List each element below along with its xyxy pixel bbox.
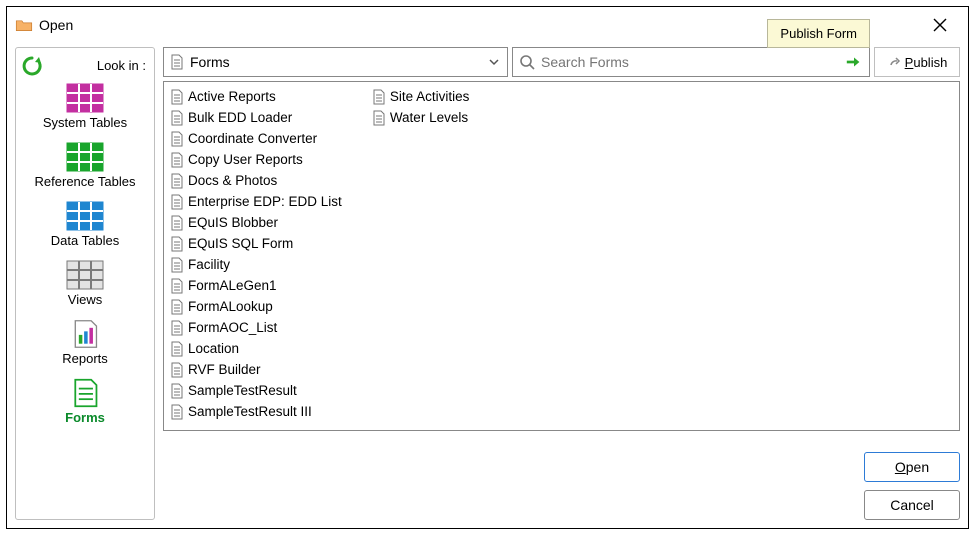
table-icon	[66, 201, 104, 231]
file-item[interactable]: EQuIS SQL Form	[170, 233, 354, 254]
file-item[interactable]: Copy User Reports	[170, 149, 354, 170]
file-item[interactable]: Bulk EDD Loader	[170, 107, 354, 128]
document-icon	[170, 54, 184, 70]
file-name: Docs & Photos	[188, 173, 277, 188]
file-item[interactable]: EQuIS Blobber	[170, 212, 354, 233]
document-icon	[170, 278, 184, 294]
document-icon	[170, 131, 184, 147]
file-name: Facility	[188, 257, 230, 272]
cancel-label: Cancel	[890, 497, 934, 513]
close-button[interactable]	[920, 10, 960, 40]
report-icon	[66, 319, 104, 349]
document-icon	[170, 404, 184, 420]
sidebar: Look in : System TablesReference TablesD…	[15, 47, 155, 520]
file-name: Coordinate Converter	[188, 131, 317, 146]
document-icon	[170, 152, 184, 168]
file-name: FormALeGen1	[188, 278, 277, 293]
sidebar-item-views[interactable]: Views	[16, 258, 154, 309]
document-icon	[170, 215, 184, 231]
sidebar-item-label: Reference Tables	[35, 174, 136, 189]
file-item[interactable]: Docs & Photos	[170, 170, 354, 191]
publish-button[interactable]: Publish	[874, 47, 960, 77]
sidebar-item-reports[interactable]: Reports	[16, 317, 154, 368]
file-name: FormALookup	[188, 299, 273, 314]
file-item[interactable]: Active Reports	[170, 86, 354, 107]
folder-icon	[15, 18, 33, 32]
document-icon	[170, 320, 184, 336]
file-item[interactable]: Location	[170, 338, 354, 359]
file-item[interactable]: FormALeGen1	[170, 275, 354, 296]
publish-tooltip: Publish Form	[767, 19, 870, 48]
search-box[interactable]	[512, 47, 870, 77]
lookin-combo-value: Forms	[190, 54, 487, 70]
file-item[interactable]: Facility	[170, 254, 354, 275]
file-name: Location	[188, 341, 239, 356]
open-label: Open	[895, 459, 929, 475]
window-title: Open	[39, 17, 73, 33]
close-icon	[933, 18, 947, 32]
file-item[interactable]: Water Levels	[372, 107, 482, 128]
sidebar-item-label: Data Tables	[51, 233, 119, 248]
table-icon	[66, 260, 104, 290]
document-icon	[170, 383, 184, 399]
file-name: Enterprise EDP: EDD List	[188, 194, 342, 209]
file-list: Active Reports Bulk EDD Loader Coordinate …	[163, 81, 960, 431]
go-arrow-icon[interactable]	[845, 55, 863, 69]
file-name: RVF Builder	[188, 362, 261, 377]
sidebar-item-label: Reports	[62, 351, 108, 366]
document-icon	[170, 299, 184, 315]
document-icon	[372, 89, 386, 105]
file-name: Site Activities	[390, 89, 470, 104]
sidebar-item-system-tables[interactable]: System Tables	[16, 81, 154, 132]
document-icon	[170, 110, 184, 126]
file-name: Active Reports	[188, 89, 276, 104]
table-icon	[66, 142, 104, 172]
document-icon	[170, 89, 184, 105]
file-name: FormAOC_List	[188, 320, 277, 335]
file-item[interactable]: FormALookup	[170, 296, 354, 317]
sidebar-item-label: System Tables	[43, 115, 127, 130]
lookin-combo[interactable]: Forms	[163, 47, 508, 77]
file-name: SampleTestResult	[188, 383, 297, 398]
sidebar-item-data-tables[interactable]: Data Tables	[16, 199, 154, 250]
sidebar-item-label: Views	[68, 292, 102, 307]
share-icon	[887, 55, 901, 69]
file-name: Water Levels	[390, 110, 468, 125]
open-button[interactable]: Open	[864, 452, 960, 482]
document-icon	[170, 194, 184, 210]
file-item[interactable]: Coordinate Converter	[170, 128, 354, 149]
document-icon	[372, 110, 386, 126]
file-item[interactable]: FormAOC_List	[170, 317, 354, 338]
file-item[interactable]: SampleTestResult III	[170, 401, 354, 422]
file-name: EQuIS SQL Form	[188, 236, 293, 251]
document-icon	[170, 257, 184, 273]
file-name: EQuIS Blobber	[188, 215, 278, 230]
sidebar-item-forms[interactable]: Forms	[16, 376, 154, 427]
search-input[interactable]	[539, 53, 841, 71]
sidebar-item-reference-tables[interactable]: Reference Tables	[16, 140, 154, 191]
file-name: Copy User Reports	[188, 152, 303, 167]
open-dialog: Open Publish Form Look in : System Table…	[6, 6, 969, 529]
document-icon	[170, 341, 184, 357]
form-icon	[66, 378, 104, 408]
sidebar-item-label: Forms	[65, 410, 105, 425]
search-icon	[519, 54, 535, 70]
file-item[interactable]: RVF Builder	[170, 359, 354, 380]
file-name: SampleTestResult III	[188, 404, 312, 419]
document-icon	[170, 173, 184, 189]
file-name: Bulk EDD Loader	[188, 110, 292, 125]
file-item[interactable]: Enterprise EDP: EDD List	[170, 191, 354, 212]
file-item[interactable]: Site Activities	[372, 86, 482, 107]
file-item[interactable]: SampleTestResult	[170, 380, 354, 401]
chevron-down-icon	[487, 55, 501, 69]
refresh-icon[interactable]	[20, 54, 44, 78]
document-icon	[170, 236, 184, 252]
publish-label: Publish	[905, 55, 948, 70]
toolbar: Forms	[163, 47, 960, 77]
cancel-button[interactable]: Cancel	[864, 490, 960, 520]
table-icon	[66, 83, 104, 113]
document-icon	[170, 362, 184, 378]
